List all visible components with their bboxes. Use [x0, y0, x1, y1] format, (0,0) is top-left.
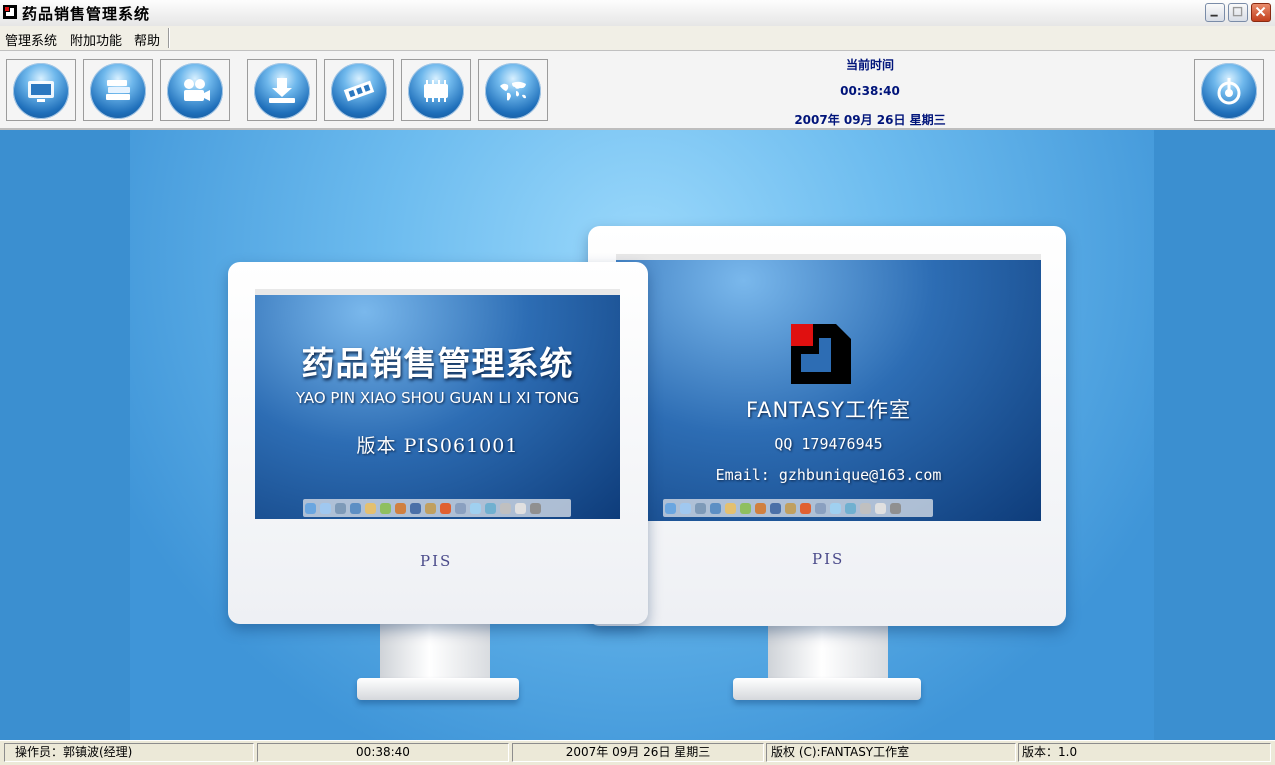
books-icon [106, 80, 130, 100]
download-icon [269, 78, 295, 103]
clock-date: 2007年 09月 26日 星期三 [794, 113, 946, 127]
film-strip-icon [343, 80, 375, 102]
left-monitor-stand [380, 624, 490, 684]
exit-icon [1217, 78, 1241, 105]
left-monitor-screen: 药品销售管理系统 YAO PIN XIAO SHOU GUAN LI XI TO… [255, 289, 620, 519]
right-monitor: FANTASY工作室 QQ 179476945 Email: gzhbuniqu… [588, 226, 1066, 626]
menu-help[interactable]: 帮助 [134, 30, 160, 49]
status-version: 版本：1.0 [1018, 743, 1271, 762]
toolbar-button-world[interactable] [478, 59, 548, 121]
toolbar: 当前时间 00:38:40 2007年 09月 26日 星期三 [0, 51, 1275, 130]
window-title: 药品销售管理系统 [22, 5, 151, 23]
close-button[interactable] [1251, 3, 1271, 22]
splash-area: FANTASY工作室 QQ 179476945 Email: gzhbuniqu… [0, 130, 1275, 740]
fantasy-logo-icon [791, 324, 851, 384]
toolbar-button-books[interactable] [83, 59, 153, 121]
status-copyright: 版权 (C):FANTASY工作室 [766, 743, 1016, 762]
menu-manage-system[interactable]: 管理系统 [5, 30, 57, 49]
toolbar-button-download[interactable] [247, 59, 317, 121]
monitor-icon [28, 81, 54, 102]
menu-extra-functions[interactable]: 附加功能 [70, 30, 122, 49]
status-operator: 操作员：郭镇波(经理) [4, 743, 254, 762]
chip-icon [424, 80, 448, 102]
world-map-icon [500, 81, 526, 101]
toolbar-button-exit[interactable] [1194, 59, 1264, 121]
contact-qq: QQ 179476945 [774, 435, 883, 453]
title-bar: 药品销售管理系统 [0, 0, 1275, 27]
left-screen-dock [303, 499, 571, 517]
menu-separator [168, 28, 170, 48]
app-icon [3, 5, 17, 19]
toolbar-button-monitor[interactable] [6, 59, 76, 121]
clock-panel: 当前时间 00:38:40 2007年 09月 26日 星期三 [780, 51, 960, 128]
status-time: 00:38:40 [257, 743, 509, 762]
right-monitor-brand: PIS [812, 550, 845, 568]
toolbar-button-projector[interactable] [160, 59, 230, 121]
splash-version: 版本 PIS061001 [356, 435, 519, 457]
maximize-icon [1232, 6, 1243, 17]
clock-time: 00:38:40 [840, 84, 900, 98]
toolbar-button-chip[interactable] [401, 59, 471, 121]
close-icon [1255, 6, 1266, 17]
minimize-icon [1210, 14, 1218, 17]
right-monitor-stand [768, 624, 888, 684]
status-bar: 操作员：郭镇波(经理) 00:38:40 2007年 09月 26日 星期三 版… [0, 740, 1275, 765]
menu-bar: 管理系统 附加功能 帮助 [0, 26, 1275, 51]
maximize-button[interactable] [1228, 3, 1248, 22]
minimize-button[interactable] [1205, 3, 1225, 22]
right-monitor-screen: FANTASY工作室 QQ 179476945 Email: gzhbuniqu… [616, 254, 1041, 521]
contact-email: Email: gzhbunique@163.com [715, 466, 942, 484]
studio-name: FANTASY工作室 [746, 398, 911, 422]
right-screen-dock [663, 499, 933, 517]
toolbar-button-film[interactable] [324, 59, 394, 121]
splash-subtitle: YAO PIN XIAO SHOU GUAN LI XI TONG [295, 389, 580, 407]
left-monitor: 药品销售管理系统 YAO PIN XIAO SHOU GUAN LI XI TO… [228, 262, 648, 624]
status-date: 2007年 09月 26日 星期三 [512, 743, 764, 762]
right-monitor-base [733, 678, 921, 700]
left-monitor-brand: PIS [420, 552, 453, 570]
film-projector-icon [184, 79, 210, 101]
left-monitor-base [357, 678, 519, 700]
clock-label: 当前时间 [845, 58, 894, 72]
splash-title: 药品销售管理系统 [301, 344, 574, 383]
